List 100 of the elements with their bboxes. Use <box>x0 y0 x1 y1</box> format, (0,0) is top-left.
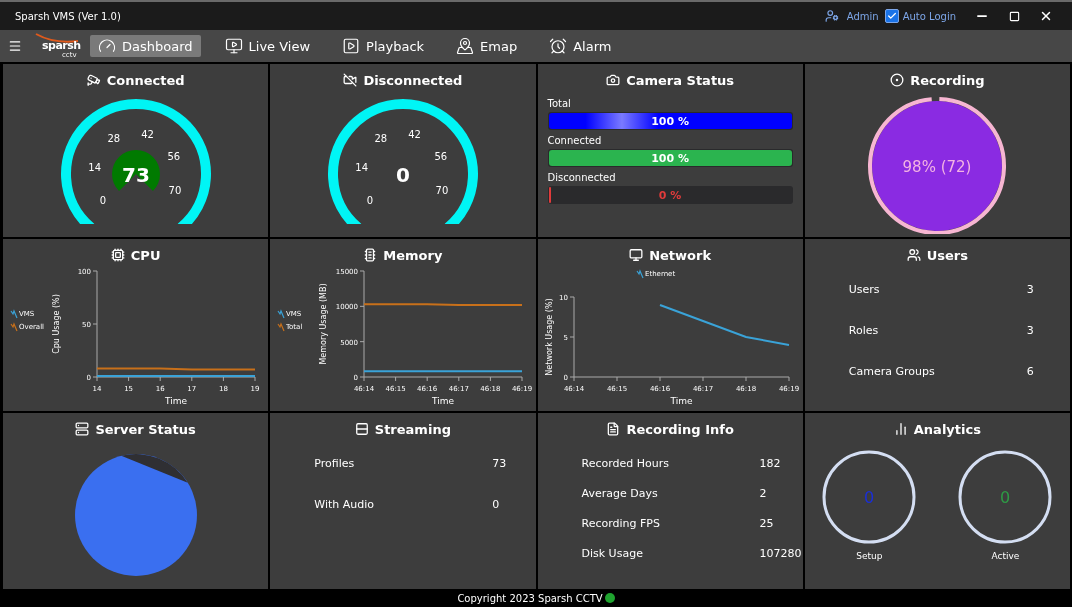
x-axis-title: Time <box>431 396 454 406</box>
nav-tab[interactable]: Emap <box>448 35 526 57</box>
stat-value: 0 <box>492 498 501 511</box>
stat-label: Recording FPS <box>581 517 661 530</box>
camera-off-icon <box>343 73 358 87</box>
legend-line-icon <box>636 269 644 279</box>
bar-chart-icon <box>893 422 908 436</box>
gauge-tick-label: 0 <box>99 194 106 206</box>
check-icon <box>886 11 897 21</box>
stat-value: 182 <box>759 457 782 470</box>
gauge-tick-label: 42 <box>140 128 154 140</box>
gauge-tick-label: 0 <box>366 194 373 206</box>
ring-value: 0 <box>864 488 875 507</box>
monitor-icon <box>629 248 644 262</box>
stat-label: With Audio <box>314 498 375 511</box>
nav-tab[interactable]: Alarm <box>541 35 620 57</box>
chip-icon <box>363 248 378 262</box>
stat-label: Recorded Hours <box>581 457 670 470</box>
card-title: Disconnected <box>363 72 463 88</box>
stat-value: 6 <box>1026 365 1035 378</box>
x-axis-title: Time <box>670 396 693 406</box>
auto-login-label: Auto Login <box>902 10 956 22</box>
user-icon <box>824 9 839 23</box>
cpu-icon <box>110 248 125 262</box>
card-title: Network <box>649 247 712 263</box>
gauge-tick-label: 28 <box>374 133 387 145</box>
stat-label: Average Days <box>581 487 659 500</box>
document-icon <box>606 422 621 436</box>
copyright-text: Copyright 2023 Sparsh CCTV <box>457 592 603 604</box>
stat-value: 107280 <box>759 547 803 560</box>
gauge-value: 73 <box>121 163 150 187</box>
bar-label: Total <box>547 98 572 109</box>
gauge-tick-label: 14 <box>87 161 101 173</box>
gauge-icon <box>98 37 116 55</box>
nav-tab[interactable]: Dashboard <box>90 35 201 57</box>
gauge-tick-label: 56 <box>434 150 447 162</box>
card-title: Recording Info <box>626 421 734 437</box>
donut-reading: 98% (72) <box>902 158 972 176</box>
gauge-tick-label: 28 <box>107 133 120 145</box>
rows-icon <box>354 422 369 436</box>
ring-label: Setup <box>856 551 883 561</box>
y-axis-title: Memory Usage (MB) <box>318 283 328 365</box>
legend-line-icon <box>10 309 18 319</box>
maximize-icon <box>1008 10 1020 22</box>
gauge-tick-label: 14 <box>355 161 368 173</box>
legend-line-icon <box>10 322 18 332</box>
stat-value: 73 <box>492 457 508 470</box>
users-icon <box>906 248 921 262</box>
bar-label: Connected <box>547 135 603 146</box>
stat-label: Users <box>848 283 881 296</box>
nav-tab[interactable]: Live View <box>216 35 319 57</box>
cctv-camera-icon <box>86 73 101 87</box>
alarm-clock-icon <box>549 37 568 55</box>
progress-reading: 0 % <box>658 188 682 202</box>
status-dot <box>604 593 615 603</box>
map-pin-icon <box>456 37 475 55</box>
play-icon <box>342 37 361 55</box>
ring-value: 0 <box>1000 488 1011 507</box>
ring-label: Active <box>991 551 1020 561</box>
stat-value: 25 <box>759 517 775 530</box>
camera-icon <box>606 73 621 87</box>
card-title: Connected <box>106 72 185 88</box>
gauge-tick-label: 70 <box>168 184 181 196</box>
gauge-tick-label: 42 <box>408 128 421 140</box>
stat-value: 3 <box>1026 324 1035 337</box>
progress-reading: 100 % <box>651 114 690 128</box>
close-icon <box>1039 9 1053 23</box>
gauge-tick-label: 56 <box>167 150 180 162</box>
logo-name: sparsh <box>42 39 81 52</box>
stat-label: Profiles <box>314 457 356 470</box>
menu-button[interactable] <box>8 39 22 53</box>
card-title: Camera Status <box>626 72 735 88</box>
card-title: Analytics <box>913 421 981 437</box>
legend-line-icon <box>277 322 285 332</box>
window-title: Sparsh VMS (Ver 1.0) <box>15 10 122 22</box>
stat-value: 3 <box>1026 283 1035 296</box>
server-icon <box>75 422 90 436</box>
progress-reading: 100 % <box>651 151 690 165</box>
menu-icon <box>8 39 22 53</box>
card-title: Memory <box>383 247 443 263</box>
card-title: Users <box>926 247 968 263</box>
y-axis-title: Cpu Usage (%) <box>51 294 61 354</box>
monitor-play-icon <box>224 37 243 55</box>
card-title: Server Status <box>95 421 196 437</box>
user-name: Admin <box>846 10 879 22</box>
stat-value: 2 <box>759 487 768 500</box>
stat-label: Roles <box>848 324 880 337</box>
auto-login-checkbox[interactable] <box>884 9 899 23</box>
stat-label: Camera Groups <box>848 365 936 378</box>
card-title: Recording <box>910 72 985 88</box>
card-title: CPU <box>130 247 161 263</box>
record-icon <box>890 73 905 87</box>
card-title: Streaming <box>374 421 451 437</box>
y-axis-title: Network Usage (%) <box>545 298 555 376</box>
stat-label: Disk Usage <box>581 547 644 560</box>
legend-line-icon <box>277 309 285 319</box>
nav-tab[interactable]: Playback <box>334 35 433 57</box>
gauge-value: 0 <box>395 163 410 187</box>
x-axis-title: Time <box>164 396 187 406</box>
gauge-tick-label: 70 <box>435 184 449 196</box>
